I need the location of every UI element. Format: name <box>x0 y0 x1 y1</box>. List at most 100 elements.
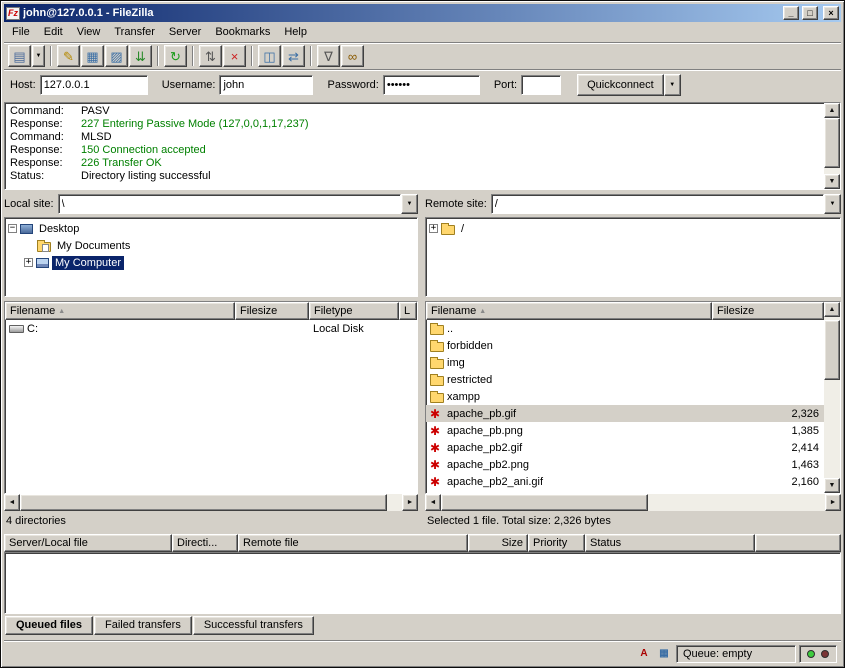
remote-site-dropdown-icon[interactable]: ▼ <box>824 194 841 214</box>
title-bar[interactable]: Fz john@127.0.0.1 - FileZilla _ □ × <box>4 4 841 22</box>
scroll-left-icon[interactable]: ◄ <box>4 494 20 511</box>
remote-file-row-parent-directory[interactable]: .. <box>426 320 824 337</box>
scroll-down-icon[interactable]: ▼ <box>824 478 840 493</box>
filename-text: apache_pb.png <box>447 425 523 437</box>
quickconnect-button[interactable]: Quickconnect <box>577 74 664 96</box>
menu-transfer[interactable]: Transfer <box>107 23 162 41</box>
username-input[interactable] <box>219 75 313 95</box>
remote-file-row-apache-pb-png[interactable]: ✱apache_pb.png1,385 <box>426 422 824 439</box>
toggle-local-tree-button[interactable]: ▦ <box>81 45 104 67</box>
queue-column-header-size[interactable]: Size <box>468 534 528 552</box>
local-file-row-c[interactable]: C:Local Disk <box>5 320 417 337</box>
local-directory-tree[interactable]: −DesktopMy Documents+My Computer <box>4 217 418 297</box>
scroll-up-icon[interactable]: ▲ <box>824 302 840 317</box>
queue-column-header-remote-file[interactable]: Remote file <box>238 534 468 552</box>
remote-file-row-apache-pb2-gif[interactable]: ✱apache_pb2.gif2,414 <box>426 439 824 456</box>
local-horizontal-scrollbar[interactable]: ◄ ► <box>4 494 418 511</box>
speed-limit-indicator-icon[interactable]: ▦ <box>655 646 673 662</box>
queue-column-header-server-local-file[interactable]: Server/Local file <box>4 534 172 552</box>
port-input[interactable] <box>521 75 561 95</box>
queue-column-header-priority[interactable]: Priority <box>528 534 585 552</box>
local-site-input[interactable] <box>58 194 401 214</box>
column-header-filename[interactable]: Filename▲ <box>5 302 235 320</box>
tab-failed-transfers[interactable]: Failed transfers <box>94 616 192 635</box>
menu-view[interactable]: View <box>70 23 108 41</box>
remote-tree-item-root[interactable]: +/ <box>426 220 840 237</box>
menu-bookmarks[interactable]: Bookmarks <box>208 23 277 41</box>
remote-file-row-apache-pb2-png[interactable]: ✱apache_pb2.png1,463 <box>426 456 824 473</box>
quickconnect-dropdown-button[interactable]: ▼ <box>664 74 681 96</box>
maximize-button[interactable]: □ <box>802 6 818 20</box>
remote-vscroll-track[interactable] <box>824 317 840 478</box>
column-header-filename[interactable]: Filename▲ <box>426 302 712 320</box>
local-tree-item-my-computer[interactable]: +My Computer <box>5 254 417 271</box>
remote-file-list[interactable]: ..forbiddenimgrestrictedxampp✱apache_pb.… <box>426 320 824 493</box>
remote-file-row-xampp[interactable]: xampp <box>426 388 824 405</box>
menu-server[interactable]: Server <box>162 23 208 41</box>
scroll-right-icon[interactable]: ► <box>825 494 841 511</box>
minimize-button[interactable]: _ <box>783 6 799 20</box>
disconnect-button[interactable]: ◫ <box>258 45 281 67</box>
remote-file-row-apache-pb2-ani-gif[interactable]: ✱apache_pb2_ani.gif2,160 <box>426 473 824 490</box>
remote-hscroll-thumb[interactable] <box>441 494 648 511</box>
filter-button[interactable]: ∇ <box>317 45 340 67</box>
queue-column-header-directi[interactable]: Directi... <box>172 534 238 552</box>
remote-hscroll-track[interactable] <box>441 494 825 511</box>
process-queue-button[interactable]: ⇅ <box>199 45 222 67</box>
password-input[interactable] <box>383 75 480 95</box>
expand-icon[interactable]: + <box>429 224 438 233</box>
cancel-operation-button[interactable]: × <box>223 45 246 67</box>
local-hscroll-thumb[interactable] <box>20 494 387 511</box>
filename-text: img <box>447 357 465 369</box>
refresh-button[interactable]: ↻ <box>164 45 187 67</box>
scroll-up-icon[interactable]: ▲ <box>824 103 840 118</box>
column-header-l[interactable]: L <box>399 302 417 320</box>
transfer-queue: Server/Local fileDirecti...Remote fileSi… <box>4 534 841 638</box>
menu-edit[interactable]: Edit <box>37 23 70 41</box>
filesize-cell: 2,160 <box>712 473 824 490</box>
log-scrollbar-thumb[interactable] <box>824 118 840 168</box>
site-manager-button[interactable]: ▤ <box>8 45 31 67</box>
local-tree-item-my-documents[interactable]: My Documents <box>5 237 417 254</box>
remote-file-row-apache-pb-gif[interactable]: ✱apache_pb.gif2,326 <box>426 405 824 422</box>
remote-horizontal-scrollbar[interactable]: ◄ ► <box>425 494 841 511</box>
transfer-type-indicator-icon[interactable]: A <box>635 646 653 662</box>
local-site-dropdown-icon[interactable]: ▼ <box>401 194 418 214</box>
column-header-filetype[interactable]: Filetype <box>309 302 399 320</box>
toggle-remote-tree-button[interactable]: ▨ <box>105 45 128 67</box>
folder-open-icon <box>441 225 455 235</box>
remote-site-input[interactable] <box>491 194 824 214</box>
tab-queued-files[interactable]: Queued files <box>5 616 93 635</box>
remote-vertical-scrollbar[interactable]: ▲ ▼ <box>824 302 840 493</box>
collapse-icon[interactable]: − <box>8 224 17 233</box>
expand-icon[interactable]: + <box>24 258 33 267</box>
scroll-down-icon[interactable]: ▼ <box>824 174 840 189</box>
local-hscroll-track[interactable] <box>20 494 402 511</box>
menu-help[interactable]: Help <box>277 23 314 41</box>
remote-file-row-restricted[interactable]: restricted <box>426 371 824 388</box>
remote-file-row-img[interactable]: img <box>426 354 824 371</box>
column-header-filesize[interactable]: Filesize <box>712 302 824 320</box>
local-tree-item-desktop[interactable]: −Desktop <box>5 220 417 237</box>
log-scrollbar-track[interactable] <box>824 118 840 174</box>
reconnect-button[interactable]: ⇄ <box>282 45 305 67</box>
find-files-button[interactable]: ∞ <box>341 45 364 67</box>
queue-list[interactable] <box>4 552 841 614</box>
remote-vscroll-thumb[interactable] <box>824 320 840 380</box>
toggle-message-log-button[interactable]: ✎ <box>57 45 80 67</box>
close-button[interactable]: × <box>823 6 839 20</box>
log-scrollbar[interactable]: ▲ ▼ <box>824 103 840 189</box>
site-manager-dropdown-icon[interactable]: ▼ <box>32 45 45 67</box>
tab-successful-transfers[interactable]: Successful transfers <box>193 616 314 635</box>
menu-file[interactable]: File <box>5 23 37 41</box>
remote-file-row-forbidden[interactable]: forbidden <box>426 337 824 354</box>
column-header-filesize[interactable]: Filesize <box>235 302 309 320</box>
toggle-transfer-queue-button[interactable]: ⇊ <box>129 45 152 67</box>
vertical-splitter[interactable] <box>418 193 425 531</box>
local-file-list[interactable]: C:Local Disk <box>5 320 417 493</box>
remote-directory-tree[interactable]: +/ <box>425 217 841 297</box>
host-input[interactable] <box>40 75 148 95</box>
scroll-right-icon[interactable]: ► <box>402 494 418 511</box>
queue-column-header-status[interactable]: Status <box>585 534 755 552</box>
scroll-left-icon[interactable]: ◄ <box>425 494 441 511</box>
